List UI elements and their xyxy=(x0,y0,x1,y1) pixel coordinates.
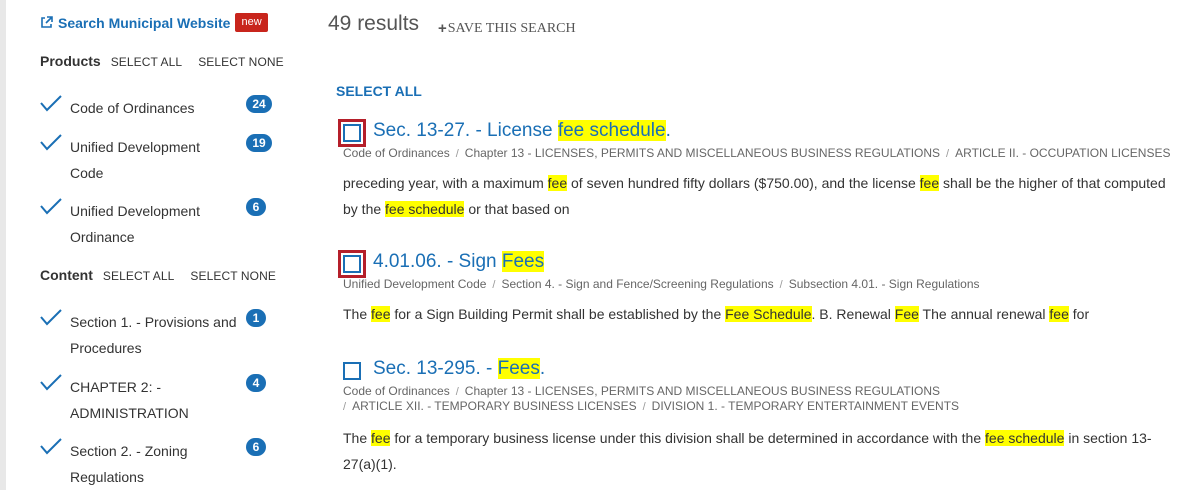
count-badge: 24 xyxy=(246,95,272,113)
snippet-highlight: fee schedule xyxy=(985,430,1065,446)
crumb[interactable]: ARTICLE II. - OCCUPATION LICENSES xyxy=(955,146,1170,160)
title-text: 4.01.06. - Sign xyxy=(373,251,502,272)
search-municipal-website-link[interactable]: Search Municipal Website new xyxy=(40,13,268,32)
crumb[interactable]: Section 4. - Sign and Fence/Screening Re… xyxy=(501,277,773,291)
snippet-text: The xyxy=(343,430,372,446)
crumb[interactable]: Subsection 4.01. - Sign Regulations xyxy=(789,277,980,291)
title-highlight: Fees xyxy=(497,358,540,379)
new-badge: new xyxy=(235,13,268,32)
result-checkbox[interactable] xyxy=(338,119,366,147)
facet-label: Code of Ordinances xyxy=(70,100,195,116)
search-result: 4.01.06. - Sign Fees Unified Development… xyxy=(338,250,1178,330)
snippet-highlight: Fee Schedule xyxy=(725,306,812,322)
external-link-icon xyxy=(41,16,53,28)
search-result: Sec. 13-295. - Fees. Code of Ordinances /… xyxy=(338,357,1178,482)
crumb[interactable]: Code of Ordinances xyxy=(343,384,450,398)
save-search-button[interactable]: + SAVE THIS SEARCH xyxy=(438,20,576,37)
plus-icon: + xyxy=(438,20,447,37)
checkmark-icon xyxy=(40,438,62,455)
crumb[interactable]: DIVISION 1. - TEMPORARY ENTERTAINMENT EV… xyxy=(652,399,959,413)
snippet-highlight: fee xyxy=(1049,306,1069,322)
result-checkbox[interactable] xyxy=(338,250,366,278)
facet-label: Unified Development Code xyxy=(70,139,200,181)
content-select-all[interactable]: SELECT ALL xyxy=(103,269,175,283)
crumb[interactable]: Unified Development Code xyxy=(343,277,486,291)
result-breadcrumb-continued: / ARTICLE XII. - TEMPORARY BUSINESS LICEN… xyxy=(343,399,960,413)
result-snippet: The fee for a Sign Building Permit shall… xyxy=(343,301,1183,327)
result-checkbox[interactable] xyxy=(338,357,366,385)
snippet-text: of seven hundred fifty dollars ($750.00)… xyxy=(567,175,920,191)
facet-label: Unified Development Ordinance xyxy=(70,203,200,245)
result-title-link[interactable]: Sec. 13-27. - License fee schedule. xyxy=(373,120,671,142)
result-snippet: preceding year, with a maximum fee of se… xyxy=(343,170,1183,222)
results-count: 49 results xyxy=(328,12,420,35)
snippet-text: preceding year, with a maximum xyxy=(343,175,548,191)
products-select-all[interactable]: SELECT ALL xyxy=(111,55,183,69)
result-title-link[interactable]: 4.01.06. - Sign Fees xyxy=(373,251,545,273)
search-link-label: Search Municipal Website xyxy=(58,14,231,31)
result-snippet: The fee for a temporary business license… xyxy=(343,425,1183,477)
facet-label: CHAPTER 2: - ADMINISTRATION xyxy=(70,379,189,421)
checkmark-icon xyxy=(40,198,62,215)
snippet-text: or that based on xyxy=(464,201,570,217)
count-badge: 4 xyxy=(246,374,266,392)
title-tail: . xyxy=(665,120,671,141)
snippet-text: The xyxy=(343,306,372,322)
facet-label: Section 2. - Zoning Regulations xyxy=(70,443,188,485)
content-title: Content xyxy=(40,267,93,283)
checkmark-icon xyxy=(40,374,62,391)
title-text: Sec. 13-27. - License xyxy=(373,120,558,141)
snippet-highlight: Fee xyxy=(894,306,919,322)
crumb[interactable]: ARTICLE XII. - TEMPORARY BUSINESS LICENS… xyxy=(352,399,637,413)
snippet-text: for a Sign Building Permit shall be esta… xyxy=(390,306,726,322)
snippet-text: for a temporary business license under t… xyxy=(390,430,986,446)
result-breadcrumb: Code of Ordinances / Chapter 13 - LICENSES… xyxy=(343,384,941,398)
crumb[interactable]: Code of Ordinances xyxy=(343,146,450,160)
select-all-results[interactable]: SELECT ALL xyxy=(336,83,422,99)
products-select-none[interactable]: SELECT NONE xyxy=(198,55,284,69)
left-border xyxy=(0,0,6,490)
content-facet-header: Content SELECT ALL SELECT NONE xyxy=(40,267,292,283)
result-title-link[interactable]: Sec. 13-295. - Fees. xyxy=(373,358,545,380)
snippet-highlight: fee xyxy=(919,175,940,191)
count-badge: 19 xyxy=(246,134,272,152)
count-badge: 1 xyxy=(246,309,266,327)
result-breadcrumb: Unified Development Code / Section 4. - Si… xyxy=(343,277,980,291)
snippet-highlight: fee xyxy=(547,175,568,191)
search-result: Sec. 13-27. - License fee schedule. Code… xyxy=(338,119,1178,229)
title-text: Sec. 13-295. - xyxy=(373,358,498,379)
title-highlight: Fees xyxy=(501,251,545,272)
crumb[interactable]: Chapter 13 - LICENSES, PERMITS AND MISCE… xyxy=(465,146,940,160)
count-badge: 6 xyxy=(246,198,266,216)
content-select-none[interactable]: SELECT NONE xyxy=(190,269,276,283)
count-badge: 6 xyxy=(246,438,266,456)
crumb[interactable]: Chapter 13 - LICENSES, PERMITS AND MISCE… xyxy=(465,384,940,398)
snippet-text: . B. Renewal xyxy=(811,306,895,322)
result-breadcrumb: Code of Ordinances / Chapter 13 - LICENSES… xyxy=(343,146,1171,160)
facet-label: Section 1. - Provisions and Procedures xyxy=(70,314,237,356)
save-search-label: SAVE THIS SEARCH xyxy=(447,20,576,36)
snippet-highlight: fee xyxy=(371,430,391,446)
checkmark-icon xyxy=(40,309,62,326)
snippet-highlight: fee xyxy=(371,306,391,322)
checkmark-icon xyxy=(40,95,62,112)
snippet-highlight: fee schedule xyxy=(385,201,465,217)
title-highlight: fee schedule xyxy=(557,120,666,141)
snippet-text: The annual renewal xyxy=(918,306,1050,322)
snippet-text: for xyxy=(1068,306,1090,322)
checkmark-icon xyxy=(40,134,62,151)
filter-sidebar: Search Municipal Website new Products SE… xyxy=(40,0,290,490)
products-title: Products xyxy=(40,53,101,69)
title-tail: . xyxy=(539,358,546,379)
products-facet-header: Products SELECT ALL SELECT NONE xyxy=(40,53,300,69)
